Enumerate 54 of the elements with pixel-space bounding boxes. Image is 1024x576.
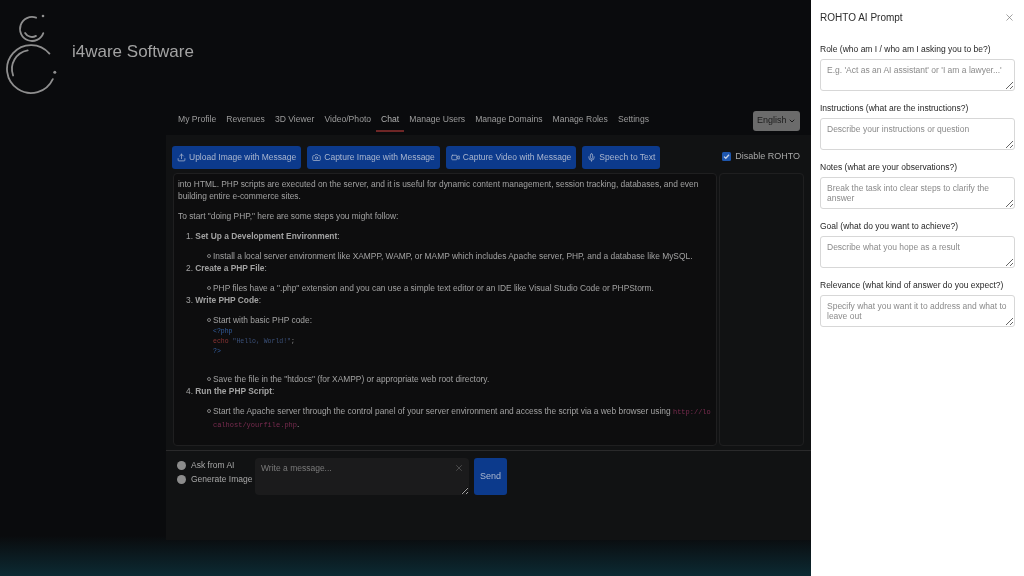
nav-tab[interactable]: Chat [376, 109, 405, 132]
bullet-icon [207, 254, 211, 258]
video-camera-icon [450, 153, 460, 162]
checkbox-label: Disable ROHTO [735, 150, 800, 163]
nav-tab[interactable]: Video/Photo [319, 109, 377, 132]
list-item-heading: 4. Run the PHP Script: [185, 385, 276, 397]
radio-label: Generate Image [191, 472, 253, 486]
nav-tab[interactable]: My Profile [173, 109, 222, 132]
prompt-textarea[interactable]: E.g. 'Act as an AI assistant' or 'I am a lawyer...' [820, 59, 1015, 91]
upload-image-button[interactable]: Upload Image with Message [172, 146, 302, 169]
field-label: Instructions (what are the instructions?) [820, 103, 970, 113]
message-paragraph: To start "doing PHP," here are some steps you might follow: [178, 210, 400, 222]
radio-button[interactable] [177, 460, 186, 470]
list-item-text: Install a local server environment like XAMPP, WAMP, or MAMP which includes Apache server, PHP, and a database like MySQL. [213, 250, 693, 262]
radio-label: Ask from AI [191, 458, 235, 472]
nav-tab[interactable]: Revenues [221, 109, 270, 132]
list-item-text: Save the file in the "htdocs" (for XAMPP) or appropriate web root directory. [213, 373, 490, 385]
nav-tab[interactable]: Manage Domains [470, 109, 548, 132]
field-label: Relevance (what kind of answer do you expect?) [820, 280, 1005, 290]
microphone-icon [587, 153, 597, 162]
brand-name: i4ware Software [72, 42, 194, 62]
nav-tab[interactable]: Settings [612, 109, 654, 132]
nav-tab[interactable]: Manage Users [404, 109, 471, 132]
nav-tab[interactable]: Manage Roles [547, 109, 613, 132]
prompt-textarea[interactable]: Describe your instructions or question [820, 118, 1015, 150]
message-input[interactable]: Write a message... [255, 458, 469, 495]
bullet-icon [207, 409, 211, 413]
list-item-text: PHP files have a ".php" extension and you can use a simple text editor or an IDE like Visual Studio Code or PHPStorm. [213, 282, 654, 294]
prompt-textarea[interactable]: Describe what you hope as a result [820, 236, 1015, 268]
message-paragraph: into HTML. PHP scripts are executed on the server, and it is useful for dynamic content management, session tracking, databases, and even building entire e-commerce sites. [178, 178, 700, 202]
checkbox[interactable] [722, 152, 732, 162]
field-label: Notes (what are your observations?) [820, 162, 958, 172]
radio-button[interactable] [177, 474, 186, 484]
camera-icon [312, 153, 322, 162]
list-item-heading: 1. Set Up a Development Environment: [185, 230, 341, 242]
speech-to-text-button[interactable]: Speech to Text [582, 146, 661, 169]
send-button[interactable]: Send [474, 458, 507, 495]
field-label: Role (who am I / who am I asking you to be?) [820, 44, 992, 54]
capture-video-button[interactable]: Capture Video with Message [445, 146, 577, 169]
list-item-text: Start with basic PHP code: [213, 314, 312, 326]
list-item-heading: 3. Write PHP Code: [185, 294, 263, 306]
prompt-textarea[interactable]: Specify what you want it to address and what to leave out [820, 295, 1015, 327]
close-icon[interactable] [1004, 11, 1015, 23]
field-label: Goal (what do you want to achieve?) [820, 221, 959, 231]
bullet-icon [207, 318, 211, 322]
upload-icon [177, 153, 186, 162]
prompt-textarea[interactable]: Break the task into clear steps to clarify the answer [820, 177, 1015, 209]
panel-title: ROHTO AI Prompt [820, 10, 903, 25]
list-item-heading: 2. Create a PHP File: [185, 262, 268, 274]
bullet-icon [207, 286, 211, 290]
nav-tab[interactable]: 3D Viewer [269, 109, 320, 132]
bullet-icon [207, 377, 211, 381]
logo-icon [6, 12, 58, 96]
capture-image-button[interactable]: Capture Image with Message [307, 146, 440, 169]
